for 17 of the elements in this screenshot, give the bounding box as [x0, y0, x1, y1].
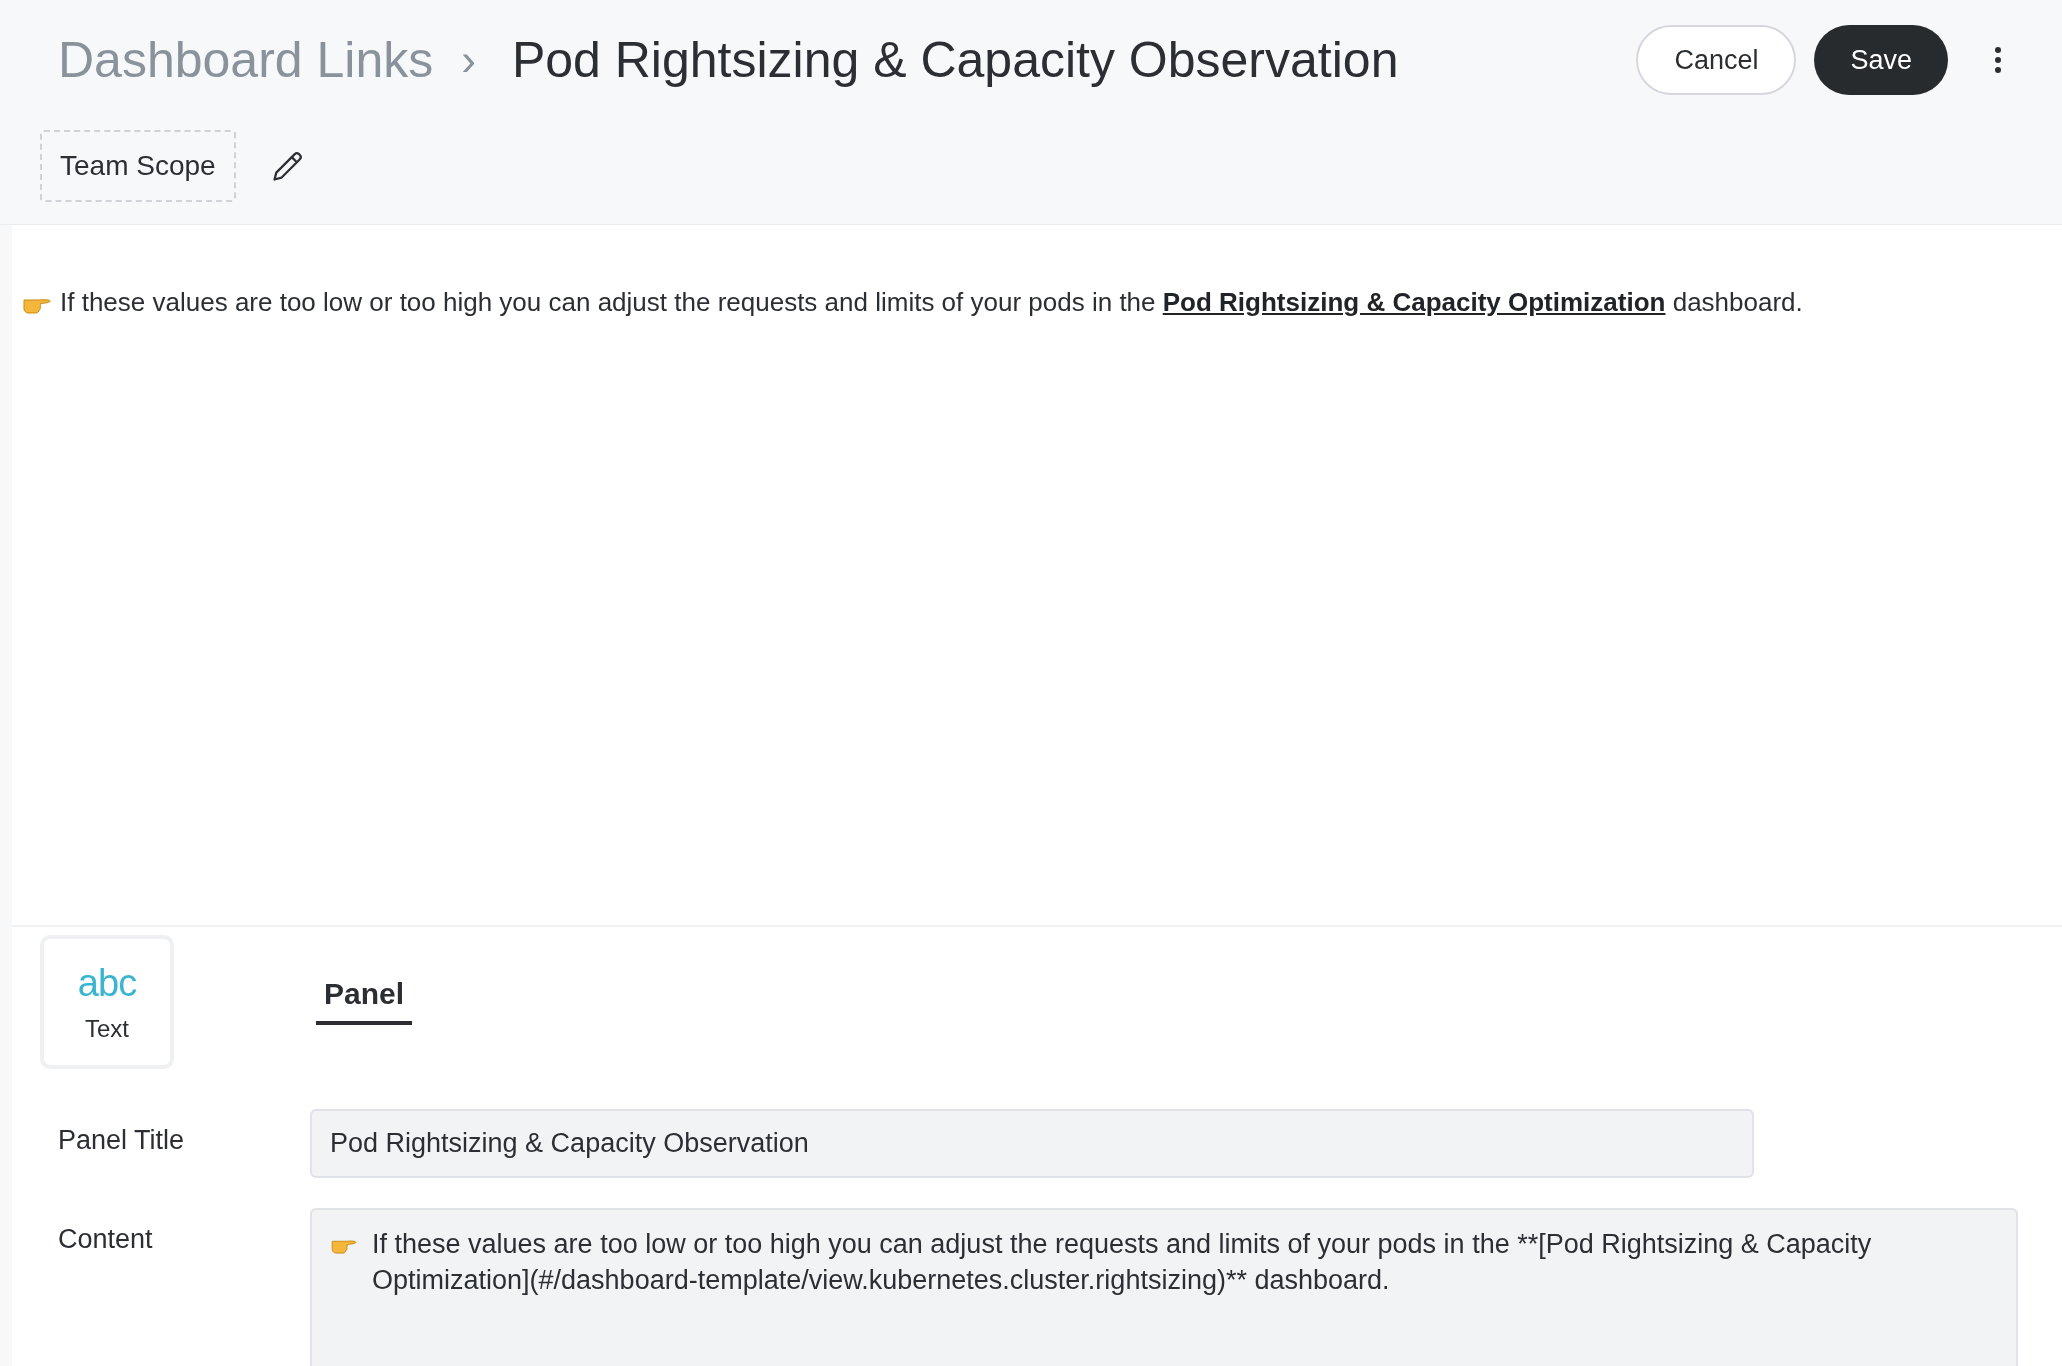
visualization-card[interactable]: abc Text: [40, 935, 174, 1069]
field-label: Content: [57, 1223, 154, 1255]
more-options-icon[interactable]: [1994, 46, 2002, 74]
breadcrumb-separator: ›: [461, 35, 476, 85]
panel-title-field[interactable]: Pod Rightsizing & Capacity Observation: [310, 1109, 1754, 1178]
team-scope-tag[interactable]: Team Scope: [40, 130, 236, 202]
text-type-icon: abc: [77, 961, 137, 1005]
content-text: If these values are too low or too high you can adjust the requests and limits of your pods in the **[Pod Rightsizing & Capacity Optimization](#/dashboard-template/view.kubernetes.cluster.rightsizing)** dashboard.: [372, 1228, 1873, 1297]
dashboard-link[interactable]: Pod Rightsizing & Capacity Optimization: [1162, 287, 1666, 317]
preview-paragraph: If these values are too low or too high you can adjust the requests and limits of your pods in the Pod Rightsizing & Capacity Optimization dashboard.: [60, 287, 1803, 318]
dashboard-title: Pod Rightsizing & Capacity Observation: [511, 31, 1399, 89]
panel-tab[interactable]: Panel: [316, 973, 413, 1025]
save-button[interactable]: Save: [1814, 25, 1948, 95]
field-label: Panel Title: [57, 1124, 186, 1156]
visualization-label: Text: [85, 1014, 129, 1043]
content-field[interactable]: [310, 1208, 2018, 1366]
cancel-button[interactable]: Cancel: [1636, 25, 1797, 95]
